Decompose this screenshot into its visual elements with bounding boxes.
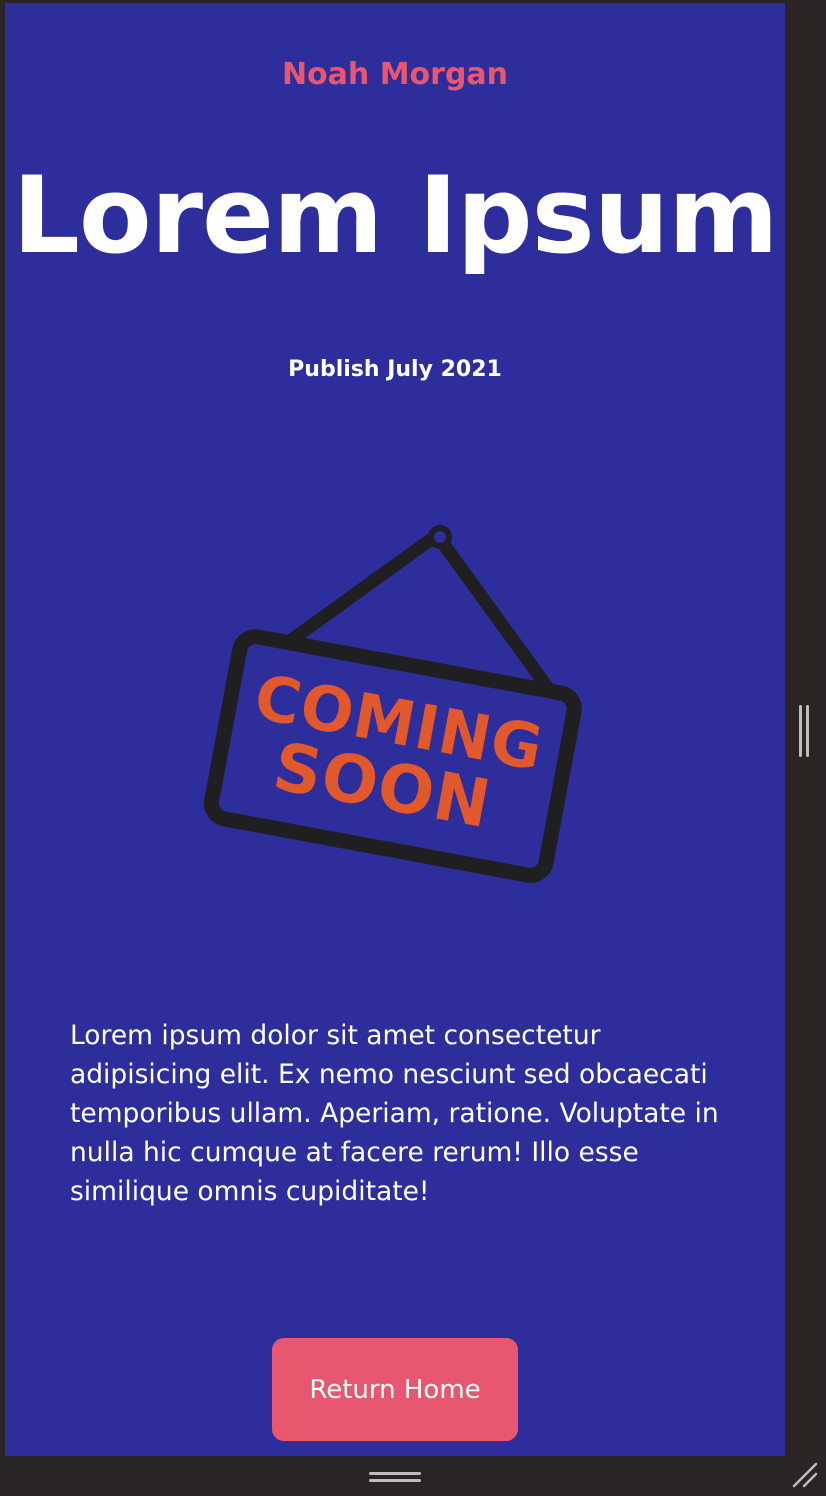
- hanging-sign-icon: COMING SOON: [203, 525, 582, 883]
- side-resize-handle[interactable]: [797, 705, 811, 757]
- device-frame: Noah Morgan Lorem Ipsum Publish July 202…: [0, 0, 826, 1496]
- return-home-button[interactable]: Return Home: [272, 1338, 518, 1441]
- page-title: Lorem Ipsum: [12, 154, 778, 277]
- bottom-resize-handle[interactable]: [369, 1470, 421, 1484]
- resize-corner-icon[interactable]: [792, 1462, 818, 1488]
- body-paragraph: Lorem ipsum dolor sit amet consectetur a…: [70, 1020, 719, 1207]
- publish-date: Publish July 2021: [288, 357, 502, 382]
- page-viewport: Noah Morgan Lorem Ipsum Publish July 202…: [5, 3, 785, 1456]
- author-name: Noah Morgan: [281, 57, 509, 92]
